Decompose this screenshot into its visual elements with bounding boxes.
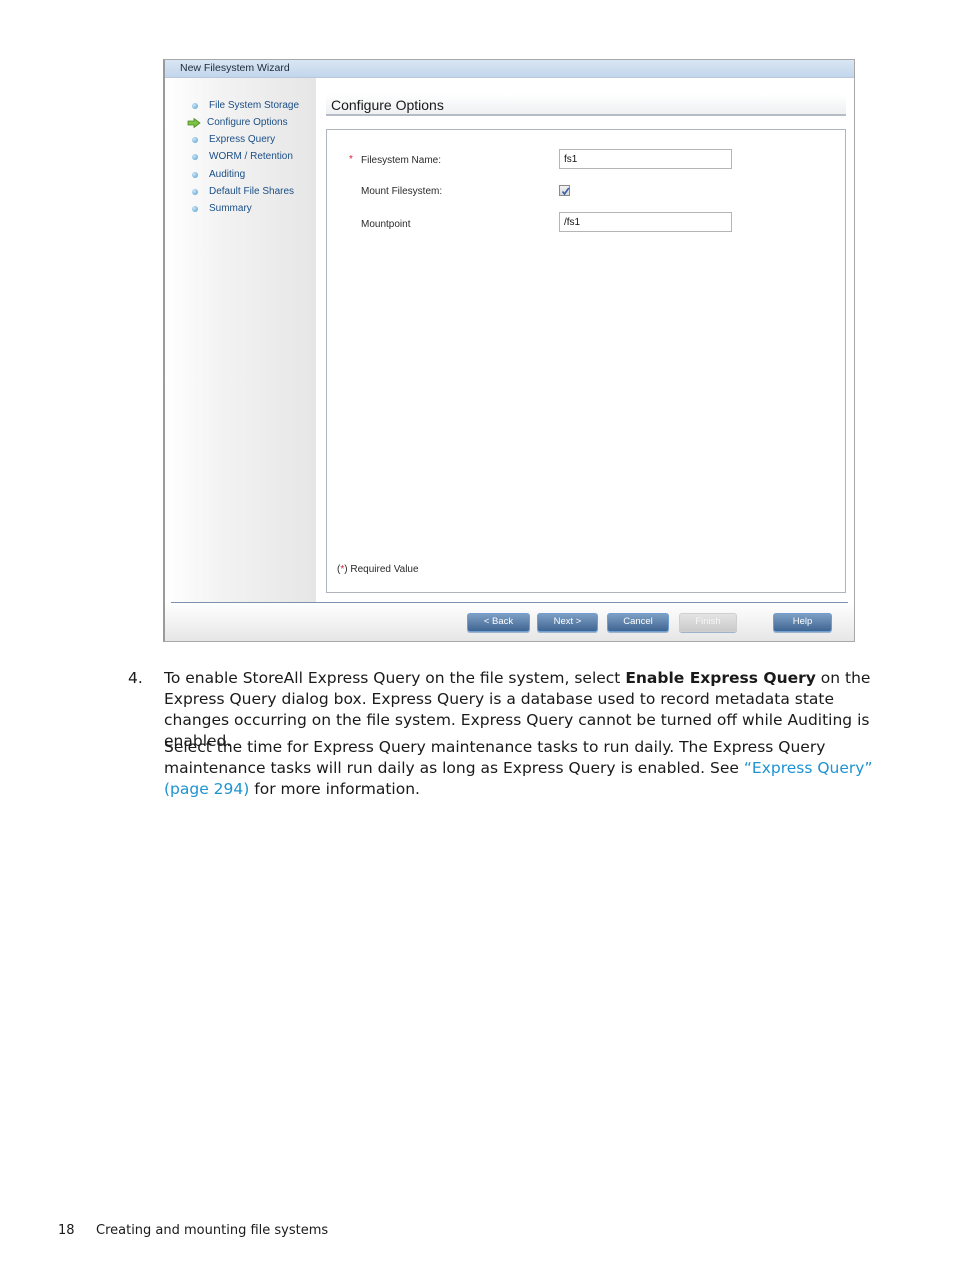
nav-item-configure-options[interactable]: Configure Options <box>187 114 288 131</box>
ui-term-bold: Enable Express Query <box>625 669 816 687</box>
checkmark-icon <box>561 187 570 196</box>
panel-title: Configure Options <box>326 94 846 116</box>
bullet-icon <box>192 102 198 109</box>
mountpoint-label: Mountpoint <box>361 219 411 230</box>
configure-options-form: * Filesystem Name: Mount Filesystem: Mou… <box>326 129 846 593</box>
cancel-button[interactable]: Cancel <box>607 613 669 632</box>
required-star: * <box>349 154 353 165</box>
mount-filesystem-checkbox[interactable] <box>559 185 570 196</box>
wizard-title: New Filesystem Wizard <box>165 60 854 78</box>
nav-item-label: File System Storage <box>209 100 300 111</box>
bullet-icon <box>192 205 198 212</box>
next-button[interactable]: Next > <box>537 613 598 632</box>
maintenance-paragraph: Select the time for Express Query mainte… <box>164 737 884 800</box>
nav-item-summary[interactable]: Summary <box>189 200 252 217</box>
bullet-icon <box>192 188 198 195</box>
filesystem-name-input[interactable] <box>559 149 732 169</box>
paragraph-text: To enable StoreAll Express Query on the … <box>164 669 626 687</box>
paragraph-text: Select the time for Express Query mainte… <box>164 738 826 777</box>
mountpoint-input[interactable] <box>559 212 732 232</box>
page-number: 18 <box>58 1223 75 1238</box>
nav-item-express-query[interactable]: Express Query <box>189 131 275 148</box>
wizard-step-nav: File System Storage Configure Options Ex… <box>165 78 316 602</box>
bullet-icon <box>192 136 198 143</box>
new-filesystem-wizard-screenshot: New Filesystem Wizard File System Storag… <box>163 59 855 642</box>
finish-button[interactable]: Finish <box>679 613 737 632</box>
nav-item-label: Summary <box>209 203 252 214</box>
paragraph-text: for more information. <box>249 780 420 798</box>
required-value-note: (*) Required Value <box>337 564 419 575</box>
nav-item-label: WORM / Retention <box>209 151 293 162</box>
step-number: 4. <box>128 669 143 687</box>
bullet-icon <box>192 171 198 178</box>
nav-item-label: Express Query <box>209 134 276 145</box>
bullet-icon <box>192 153 198 160</box>
back-button[interactable]: < Back <box>467 613 530 632</box>
nav-item-label: Configure Options <box>207 117 288 128</box>
mount-filesystem-label: Mount Filesystem: <box>361 186 443 197</box>
arrow-right-icon <box>187 117 201 128</box>
nav-item-auditing[interactable]: Auditing <box>189 166 245 183</box>
note-text: ) Required Value <box>344 564 419 575</box>
nav-item-label: Default File Shares <box>209 186 295 197</box>
nav-item-worm-retention[interactable]: WORM / Retention <box>189 148 293 165</box>
help-button[interactable]: Help <box>773 613 832 632</box>
nav-item-file-system-storage[interactable]: File System Storage <box>189 97 299 114</box>
nav-item-default-file-shares[interactable]: Default File Shares <box>189 183 294 200</box>
nav-item-label: Auditing <box>209 169 246 180</box>
wizard-button-bar: < Back Next > Cancel Finish Help <box>165 603 854 641</box>
filesystem-name-label: Filesystem Name: <box>361 155 442 166</box>
section-title: Creating and mounting file systems <box>96 1223 329 1238</box>
